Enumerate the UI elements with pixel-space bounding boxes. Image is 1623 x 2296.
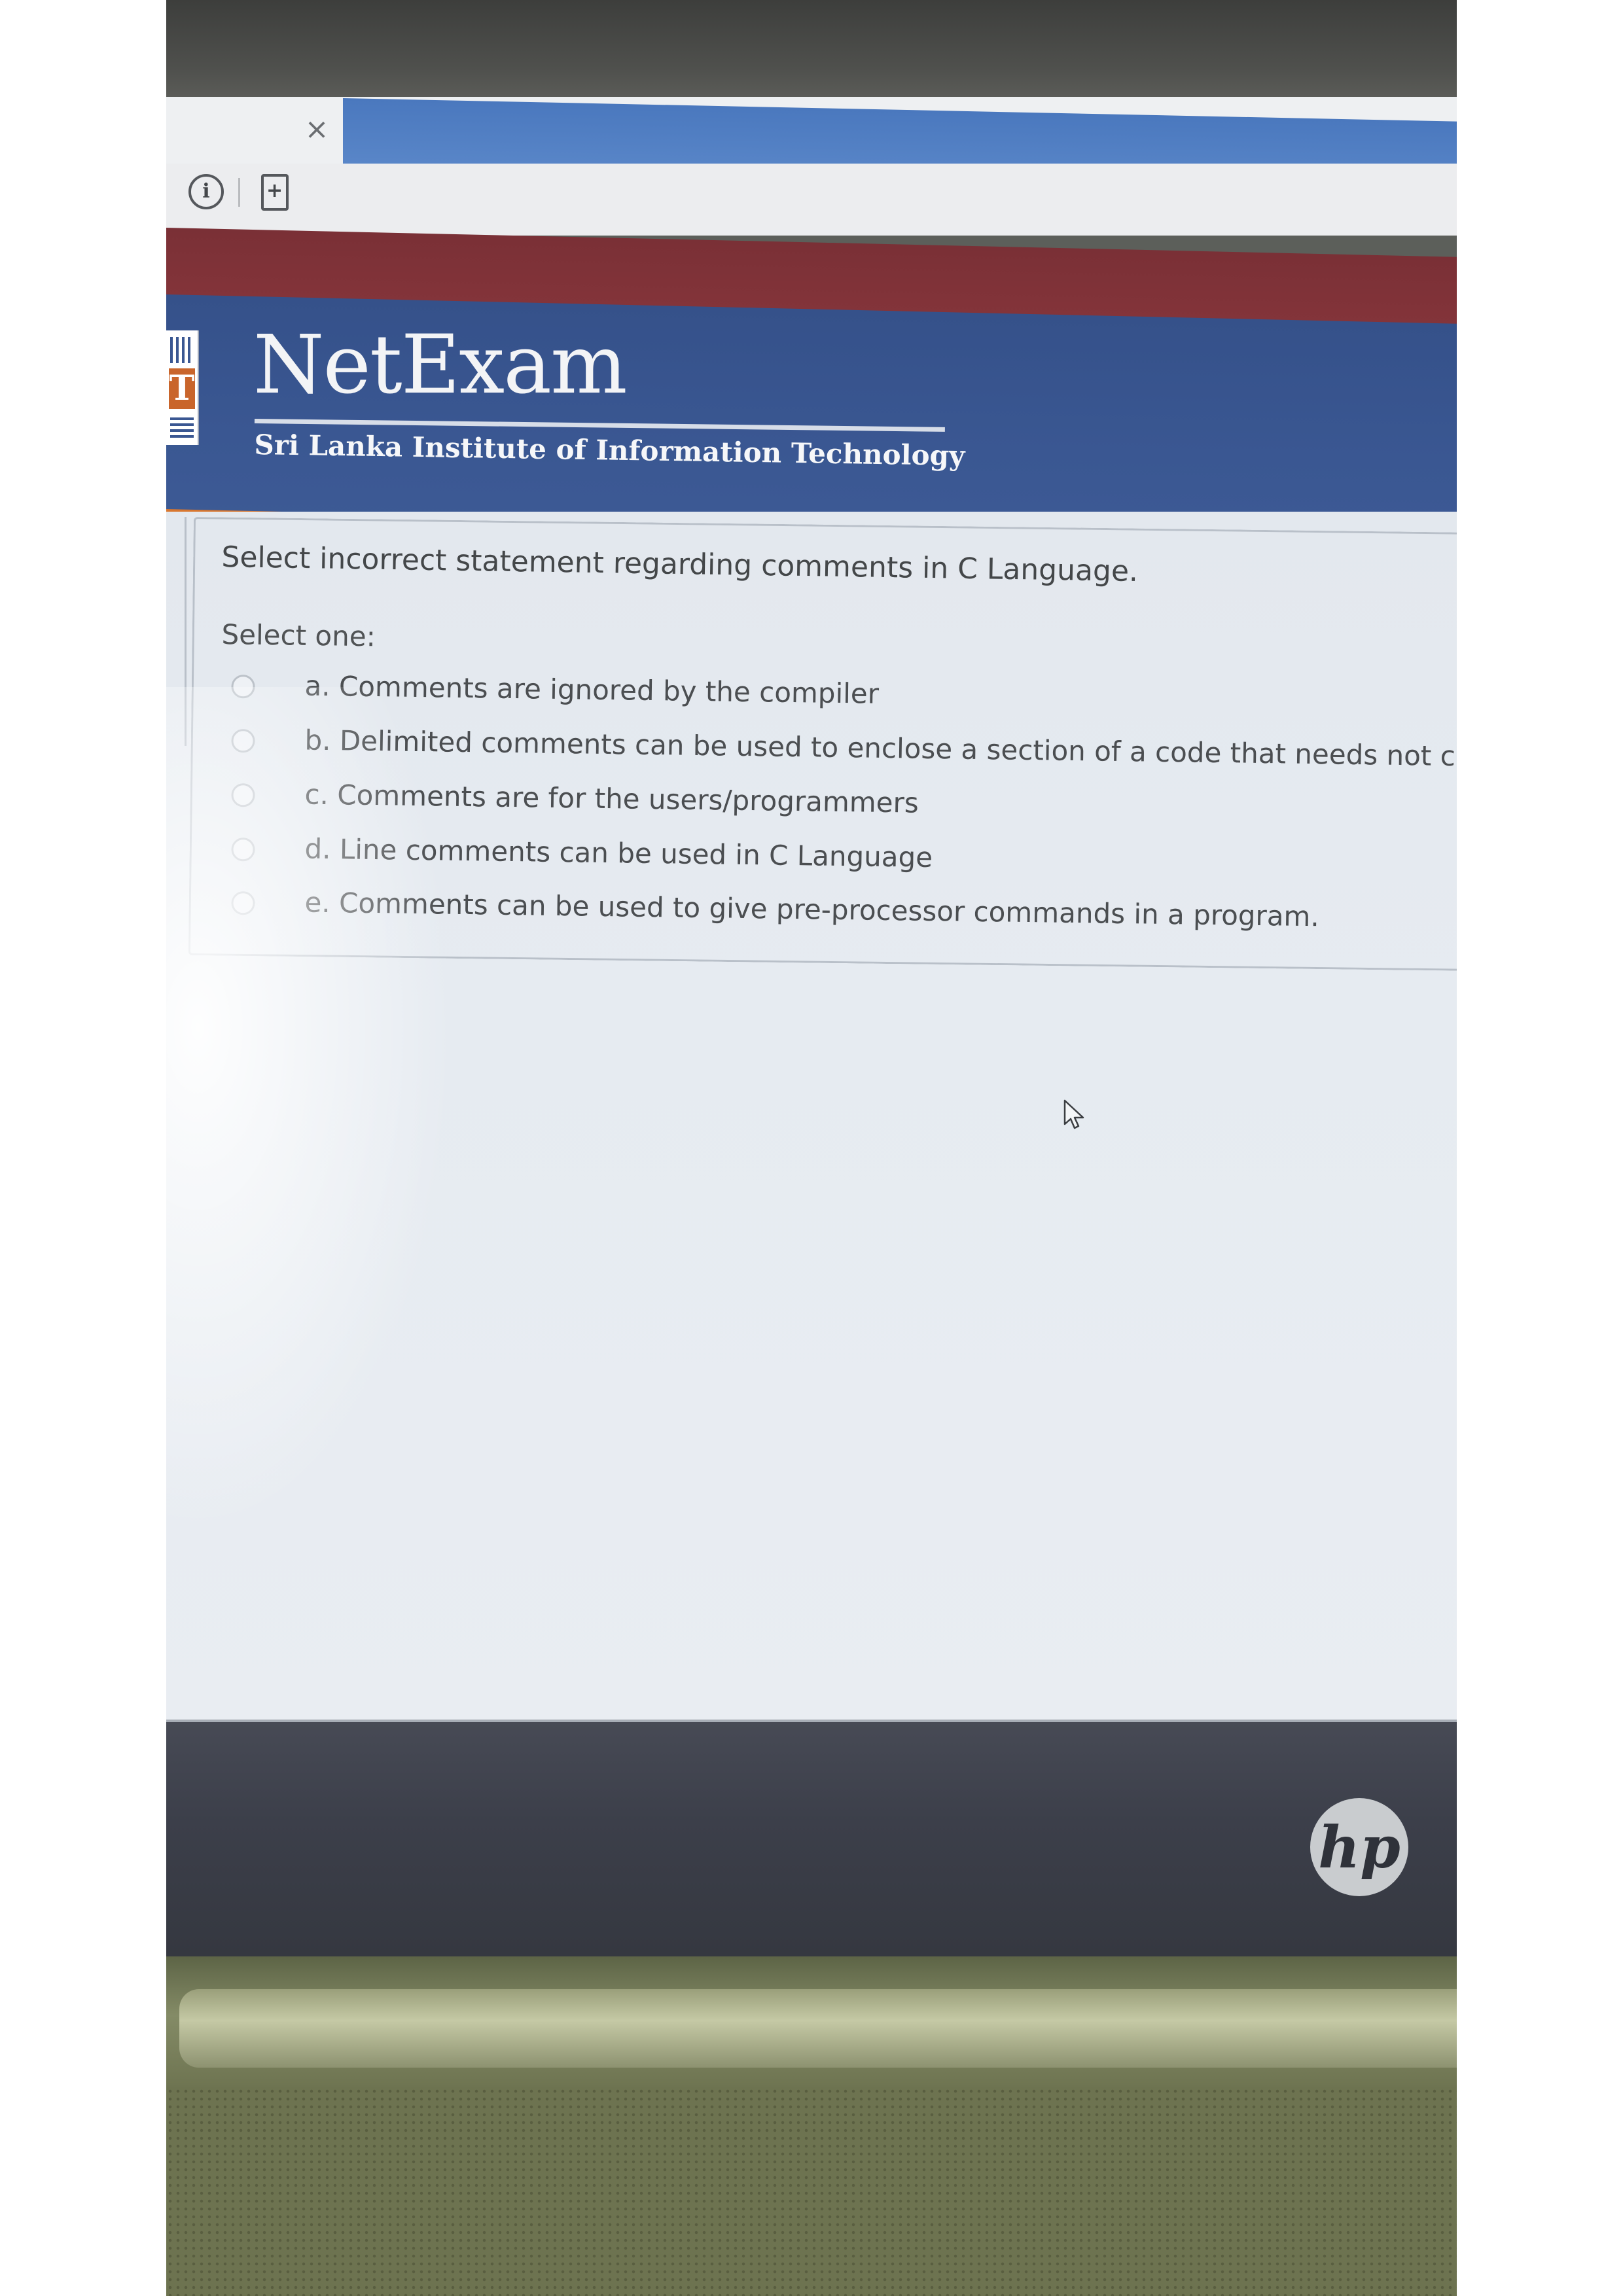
hp-logo: hp [1310, 1798, 1408, 1896]
mouse-cursor-icon [1063, 1099, 1084, 1129]
laptop-photo: × i T NetExam Sri Lanka Institute of Inf… [166, 0, 1457, 2296]
top-bezel [166, 0, 1457, 98]
brand-title: NetExam [253, 318, 628, 412]
tab-close-icon[interactable]: × [297, 110, 336, 149]
logo-grid-top [170, 337, 194, 363]
institute-logo[interactable]: T [166, 330, 199, 445]
page-icon[interactable] [261, 174, 289, 211]
hinge-bar [179, 1989, 1457, 2068]
address-divider [238, 178, 240, 207]
screen-glare [166, 687, 454, 1538]
address-bar[interactable] [166, 164, 1457, 236]
keyboard-deck [166, 2087, 1457, 2296]
bottom-bezel [166, 1722, 1457, 1971]
logo-letter: T [169, 368, 195, 409]
logo-grid-bottom [170, 414, 194, 438]
select-one-prompt: Select one: [221, 618, 376, 653]
info-icon[interactable]: i [188, 174, 224, 209]
